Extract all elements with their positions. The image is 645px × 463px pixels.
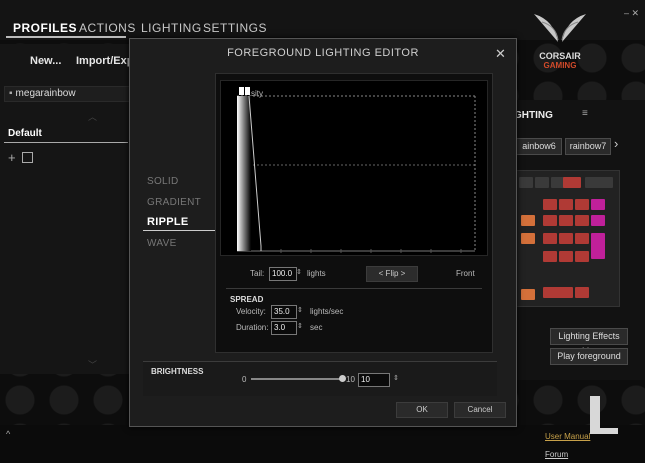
brand-line2: GAMING xyxy=(543,61,577,70)
front-label: Front xyxy=(456,269,475,278)
velocity-stepper-icon[interactable]: ⇕ xyxy=(297,306,303,314)
velocity-unit: lights/sec xyxy=(310,307,344,316)
sails-icon xyxy=(534,14,586,42)
import-export-button[interactable]: Import/Exp xyxy=(76,55,133,67)
tail-input[interactable]: 100.0 xyxy=(269,267,297,281)
add-icon[interactable]: + xyxy=(8,150,16,165)
tab-settings[interactable]: SETTINGS xyxy=(203,21,267,35)
tail-unit: lights xyxy=(307,269,326,278)
tab-profiles[interactable]: PROFILES xyxy=(13,21,77,35)
spread-label: SPREAD xyxy=(230,295,264,304)
play-foreground-button[interactable]: Play foreground xyxy=(550,348,628,365)
brightness-slider-knob[interactable] xyxy=(339,375,346,382)
mode-wave[interactable]: WAVE xyxy=(147,238,177,249)
duration-unit: sec xyxy=(310,323,323,332)
active-tab-underline xyxy=(6,36,126,38)
lighting-effects-list-button[interactable]: Lighting Effects List xyxy=(550,328,628,356)
forum-link[interactable]: Forum xyxy=(545,450,568,459)
mode-ripple[interactable]: RIPPLE xyxy=(147,216,189,228)
mode-solid[interactable]: SOLID xyxy=(147,176,179,187)
velocity-label: Velocity: xyxy=(236,307,266,316)
tail-label: Tail: xyxy=(250,269,265,278)
keyboard-preview[interactable] xyxy=(516,170,620,307)
flip-button[interactable]: < Flip > xyxy=(366,266,418,282)
brightness-max: 10 xyxy=(346,375,355,384)
foreground-lighting-editor-dialog: FOREGROUND LIGHTING EDITOR ✕ SOLID GRADI… xyxy=(129,38,517,427)
brightness-label: BRIGHTNESS xyxy=(151,367,204,376)
close-icon[interactable]: ✕ xyxy=(495,46,506,62)
chevron-right-icon[interactable]: › xyxy=(614,136,618,151)
separator xyxy=(226,288,482,289)
new-profile-button[interactable]: New... xyxy=(30,55,61,67)
brightness-panel: BRIGHTNESS 0 10 10 ⇕ xyxy=(143,361,497,396)
duration-stepper-icon[interactable]: ⇕ xyxy=(297,322,303,330)
lighting-chip-7[interactable]: rainbow7 xyxy=(565,138,611,155)
profile-name: megarainbow xyxy=(15,88,76,99)
ripple-editor-panel: sity Tail: 100.0 ⇕ lights < Flip > Front… xyxy=(215,73,493,353)
intensity-graph[interactable]: sity xyxy=(220,80,488,256)
duration-input[interactable]: 3.0 xyxy=(271,321,297,335)
edit-icon[interactable] xyxy=(22,152,33,163)
menu-icon[interactable]: ≡ xyxy=(582,108,588,119)
profile-item[interactable]: ▪ megarainbow xyxy=(4,86,134,102)
corner-indicator[interactable]: ^ xyxy=(6,429,10,439)
lighting-header: GHTING xyxy=(514,110,553,121)
brand-line1: CORSAIR xyxy=(539,51,581,61)
duration-label: Duration: xyxy=(236,323,269,332)
chevron-up-icon[interactable]: ︿ xyxy=(88,110,97,123)
lighting-chip-6[interactable]: ainbow6 xyxy=(516,138,562,155)
ok-button[interactable]: OK xyxy=(396,402,448,418)
corsair-logo: CORSAIR GAMING xyxy=(528,10,592,70)
tab-lighting[interactable]: LIGHTING xyxy=(141,21,202,35)
brightness-input[interactable]: 10 xyxy=(358,373,390,387)
mode-gradient[interactable]: GRADIENT xyxy=(147,197,201,208)
intensity-curve[interactable] xyxy=(221,81,487,255)
tab-actions[interactable]: ACTIONS xyxy=(79,21,136,35)
watermark-logo xyxy=(578,388,628,438)
brightness-min: 0 xyxy=(242,375,247,384)
velocity-input[interactable]: 35.0 xyxy=(271,305,297,319)
brightness-stepper-icon[interactable]: ⇕ xyxy=(393,374,399,382)
window-controls[interactable]: – ✕ xyxy=(624,8,639,19)
intensity-label: sity xyxy=(251,89,263,98)
dialog-title: FOREGROUND LIGHTING EDITOR xyxy=(227,47,419,59)
brightness-slider-track[interactable] xyxy=(251,378,341,380)
mode-default-label[interactable]: Default xyxy=(8,128,42,139)
active-mode-underline xyxy=(143,230,215,231)
chevron-down-icon[interactable]: ﹀ xyxy=(88,358,97,371)
cancel-button[interactable]: Cancel xyxy=(454,402,506,418)
profile-icon: ▪ xyxy=(9,88,13,99)
tail-stepper-icon[interactable]: ⇕ xyxy=(296,268,302,276)
default-underline xyxy=(4,142,128,143)
